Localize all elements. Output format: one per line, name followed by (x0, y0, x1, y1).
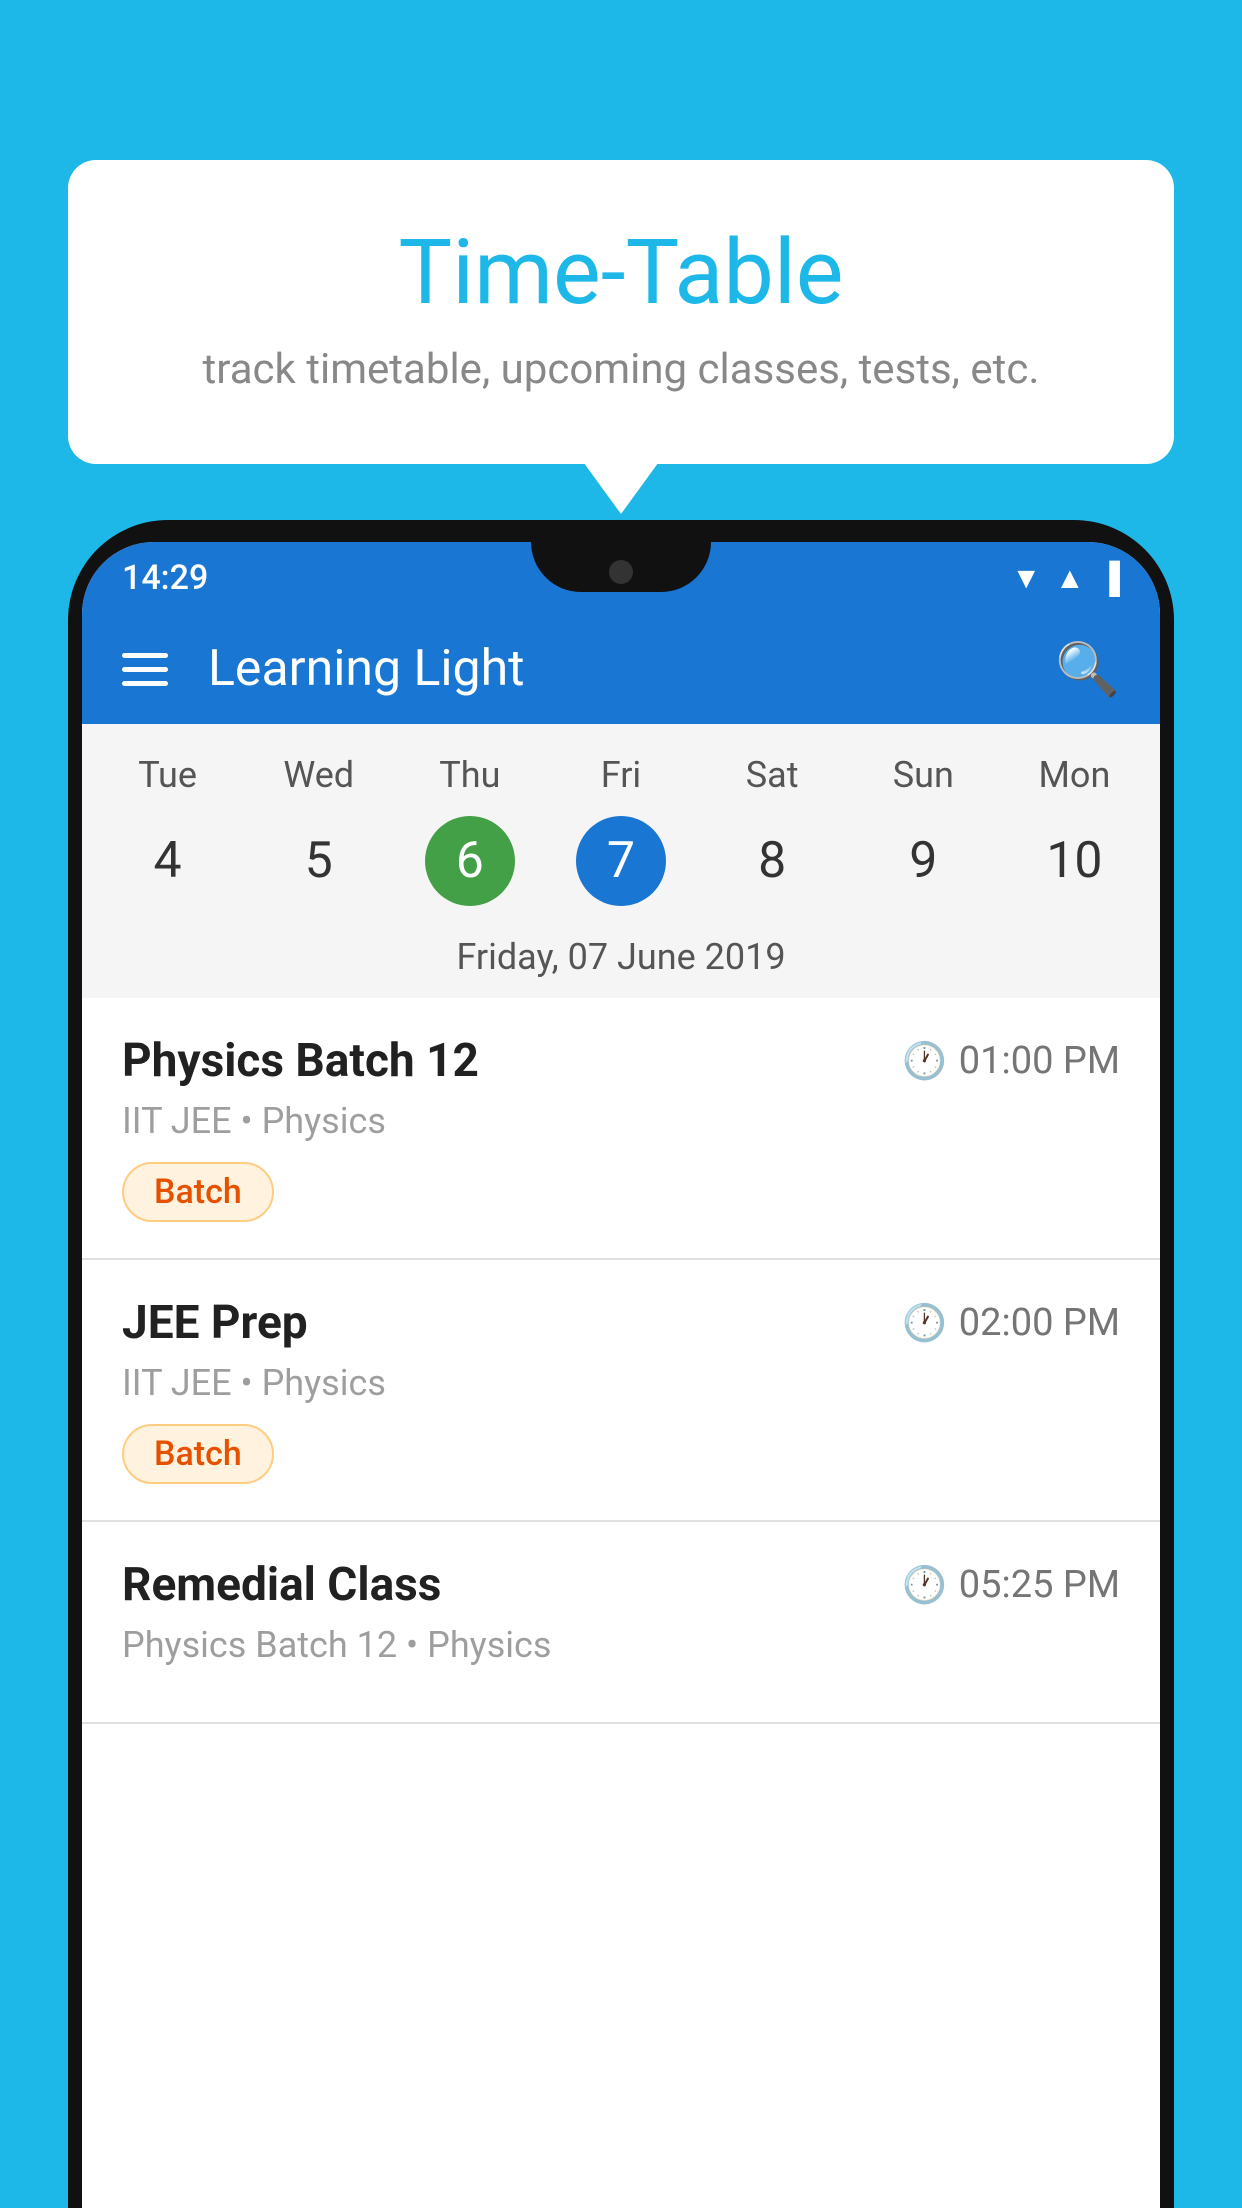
schedule-container: Physics Batch 12 🕐 01:00 PM IIT JEE • Ph… (82, 998, 1160, 1724)
date-5[interactable]: 5 (243, 816, 394, 906)
item-1-badge: Batch (122, 1162, 274, 1222)
schedule-item-1[interactable]: Physics Batch 12 🕐 01:00 PM IIT JEE • Ph… (82, 998, 1160, 1260)
signal-icon: ▲ (1055, 561, 1085, 596)
item-2-title: JEE Prep (122, 1296, 308, 1350)
item-1-time: 🕐 01:00 PM (902, 1039, 1120, 1083)
item-1-title: Physics Batch 12 (122, 1034, 479, 1088)
calendar-week: Tue Wed Thu Fri Sat Sun Mon 4 5 6 7 8 9 … (82, 724, 1160, 998)
menu-button[interactable] (122, 653, 168, 686)
selected-date-label: Friday, 07 June 2019 (82, 926, 1160, 998)
item-2-header: JEE Prep 🕐 02:00 PM (122, 1296, 1120, 1350)
app-title: Learning Light (208, 640, 1055, 698)
status-icons: ▼ ▲ ▐ (1011, 561, 1120, 596)
day-tue: Tue (92, 744, 243, 806)
clock-icon-1: 🕐 (902, 1040, 947, 1082)
clock-icon-2: 🕐 (902, 1302, 947, 1344)
day-wed: Wed (243, 744, 394, 806)
date-9[interactable]: 9 (848, 816, 999, 906)
battery-icon: ▐ (1099, 561, 1120, 596)
date-6-today[interactable]: 6 (425, 816, 515, 906)
status-time: 14:29 (122, 558, 208, 598)
tooltip-card: Time-Table track timetable, upcoming cla… (68, 160, 1174, 464)
day-sat: Sat (697, 744, 848, 806)
item-3-title: Remedial Class (122, 1558, 441, 1612)
date-8[interactable]: 8 (697, 816, 848, 906)
item-2-subtitle: IIT JEE • Physics (122, 1362, 1120, 1404)
item-2-time-value: 02:00 PM (959, 1301, 1120, 1345)
app-bar: Learning Light 🔍 (82, 614, 1160, 724)
day-mon: Mon (999, 744, 1150, 806)
tooltip-subtitle: track timetable, upcoming classes, tests… (128, 345, 1114, 394)
camera (609, 560, 633, 584)
notch (531, 542, 711, 592)
schedule-item-2[interactable]: JEE Prep 🕐 02:00 PM IIT JEE • Physics Ba… (82, 1260, 1160, 1522)
day-numbers: 4 5 6 7 8 9 10 (82, 806, 1160, 926)
item-1-time-value: 01:00 PM (959, 1039, 1120, 1083)
schedule-item-3[interactable]: Remedial Class 🕐 05:25 PM Physics Batch … (82, 1522, 1160, 1724)
item-1-subtitle: IIT JEE • Physics (122, 1100, 1120, 1142)
item-3-time: 🕐 05:25 PM (902, 1563, 1120, 1607)
date-7-selected[interactable]: 7 (576, 816, 666, 906)
phone-screen: 14:29 ▼ ▲ ▐ Learning Light 🔍 Tue Wed Thu (82, 542, 1160, 2208)
item-3-header: Remedial Class 🕐 05:25 PM (122, 1558, 1120, 1612)
wifi-icon: ▼ (1011, 561, 1041, 596)
phone-frame: 14:29 ▼ ▲ ▐ Learning Light 🔍 Tue Wed Thu (68, 520, 1174, 2208)
item-2-time: 🕐 02:00 PM (902, 1301, 1120, 1345)
tooltip-title: Time-Table (128, 220, 1114, 325)
item-3-subtitle: Physics Batch 12 • Physics (122, 1624, 1120, 1666)
status-bar: 14:29 ▼ ▲ ▐ (82, 542, 1160, 614)
day-thu: Thu (394, 744, 545, 806)
item-3-time-value: 05:25 PM (959, 1563, 1120, 1607)
day-headers: Tue Wed Thu Fri Sat Sun Mon (82, 744, 1160, 806)
day-sun: Sun (848, 744, 999, 806)
item-2-badge: Batch (122, 1424, 274, 1484)
day-fri: Fri (545, 744, 696, 806)
clock-icon-3: 🕐 (902, 1564, 947, 1606)
item-1-header: Physics Batch 12 🕐 01:00 PM (122, 1034, 1120, 1088)
search-icon[interactable]: 🔍 (1055, 639, 1120, 700)
date-10[interactable]: 10 (999, 816, 1150, 906)
date-4[interactable]: 4 (92, 816, 243, 906)
